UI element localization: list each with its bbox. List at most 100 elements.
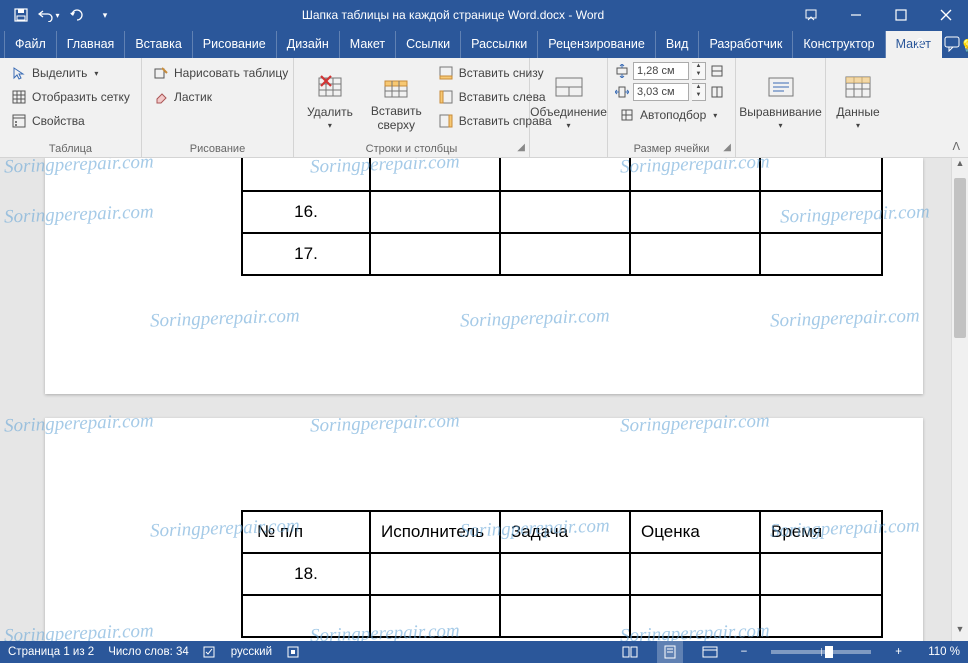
table-header-cell[interactable]: Время [760,511,882,553]
col-width-input[interactable]: 3,03 см [633,83,689,101]
tab-references[interactable]: Ссылки [396,31,461,58]
zoom-in-button[interactable]: + [891,646,906,658]
table-header-row[interactable]: № п/п Исполнитель Задача Оценка Время [242,511,882,553]
alignment-icon [765,71,797,103]
spellcheck-button[interactable] [203,645,217,659]
undo-button[interactable]: ▾ [36,2,62,28]
group-alignment: Выравнивание ▾ [736,58,826,157]
col-width-icon [614,84,630,100]
share-button[interactable] [912,36,928,52]
table-cell[interactable]: 18. [242,553,370,595]
tab-file[interactable]: Файл [4,31,57,58]
tab-layout[interactable]: Макет [340,31,396,58]
insert-above-button[interactable]: Вставить сверху [364,62,429,140]
tab-review[interactable]: Рецензирование [538,31,656,58]
chevron-down-icon: ▾ [567,121,571,131]
maximize-button[interactable] [878,0,923,30]
cell-size-launcher[interactable]: ◢ [723,142,731,153]
col-width-spinner[interactable]: ▲▼ [692,83,706,101]
tab-draw[interactable]: Рисование [193,31,277,58]
document-table-2[interactable]: № п/п Исполнитель Задача Оценка Время 18… [241,510,883,638]
window-title: Шапка таблицы на каждой странице Word.do… [118,8,788,22]
quick-access-toolbar: ▾ ▾ [0,2,118,28]
vertical-scrollbar[interactable]: ▲ ▼ [951,158,968,641]
distribute-rows-button[interactable] [709,63,725,79]
table-cell[interactable]: 17. [242,233,370,275]
data-button[interactable]: Данные ▾ [829,62,886,140]
insert-above-label: Вставить сверху [371,104,422,133]
ribbon-options-button[interactable] [788,0,833,30]
tab-view[interactable]: Вид [656,31,700,58]
draw-table-button[interactable]: Нарисовать таблицу [148,62,293,84]
merge-button[interactable]: Объединение ▾ [523,62,614,140]
zoom-slider[interactable] [771,650,871,654]
data-label: Данные [836,105,879,119]
tab-mailings[interactable]: Рассылки [461,31,538,58]
rows-cols-launcher[interactable]: ◢ [517,142,525,153]
group-alignment-label [742,153,819,155]
table-header-cell[interactable]: Задача [500,511,630,553]
language-status[interactable]: русский [231,646,272,658]
distribute-cols-button[interactable] [709,84,725,100]
scroll-up-button[interactable]: ▲ [952,158,968,175]
table-row[interactable]: 16. [242,191,882,233]
zoom-out-button[interactable]: − [737,646,752,658]
table-row[interactable]: 18. [242,553,882,595]
table-row[interactable]: 17. [242,233,882,275]
read-mode-button[interactable] [617,641,643,663]
save-button[interactable] [8,2,34,28]
word-count[interactable]: Число слов: 34 [108,646,189,658]
web-layout-button[interactable] [697,641,723,663]
comments-button[interactable] [944,36,962,52]
table-cell[interactable]: 16. [242,191,370,233]
gridlines-button[interactable]: Отобразить сетку [6,86,135,108]
scrollbar-thumb[interactable] [954,178,966,338]
gridlines-label: Отобразить сетку [32,90,130,104]
properties-button[interactable]: Свойства [6,110,135,132]
tab-table-design[interactable]: Конструктор [793,31,885,58]
print-layout-button[interactable] [657,641,683,663]
alignment-label: Выравнивание [739,105,822,119]
page-status[interactable]: Страница 1 из 2 [8,646,94,658]
collapse-ribbon-button[interactable]: ᐱ [952,140,960,153]
tab-design[interactable]: Дизайн [277,31,340,58]
delete-button[interactable]: Удалить ▾ [300,62,360,140]
properties-icon [11,113,27,129]
group-cell-size-label: Размер ячейки [634,143,710,155]
properties-label: Свойства [32,114,85,128]
table-row[interactable] [242,595,882,637]
select-button[interactable]: Выделить▾ [6,62,135,84]
customize-qat-button[interactable]: ▾ [92,2,118,28]
zoom-level[interactable]: 110 % [920,646,960,658]
autofit-button[interactable]: Автоподбор▾ [614,104,725,126]
table-header-cell[interactable]: № п/п [242,511,370,553]
macro-button[interactable] [286,645,300,659]
insert-left-icon [438,89,454,105]
scroll-down-button[interactable]: ▼ [952,624,968,641]
eraser-label: Ластик [174,90,212,104]
row-height-icon [614,63,630,79]
document-page-1[interactable]: 16. 17. [45,158,923,394]
eraser-button[interactable]: Ластик [148,86,293,108]
insert-below-icon [438,65,454,81]
row-height-input[interactable]: 1,28 см [633,62,689,80]
close-button[interactable] [923,0,968,30]
alignment-button[interactable]: Выравнивание ▾ [732,62,829,140]
minimize-button[interactable] [833,0,878,30]
zoom-slider-knob[interactable] [825,646,833,658]
tab-insert[interactable]: Вставка [125,31,192,58]
delete-icon [314,71,346,103]
table-header-cell[interactable]: Исполнитель [370,511,500,553]
row-height-spinner[interactable]: ▲▼ [692,62,706,80]
title-bar: ▾ ▾ Шапка таблицы на каждой странице Wor… [0,0,968,30]
document-table-1[interactable]: 16. 17. [241,158,883,276]
table-header-cell[interactable]: Оценка [630,511,760,553]
merge-label: Объединение [530,105,607,119]
document-page-2[interactable]: № п/п Исполнитель Задача Оценка Время 18… [45,418,923,641]
table-row[interactable] [242,158,882,191]
maximize-icon [895,9,907,21]
tab-developer[interactable]: Разработчик [699,31,793,58]
draw-table-icon [153,65,169,81]
tab-home[interactable]: Главная [57,31,126,58]
redo-button[interactable] [64,2,90,28]
